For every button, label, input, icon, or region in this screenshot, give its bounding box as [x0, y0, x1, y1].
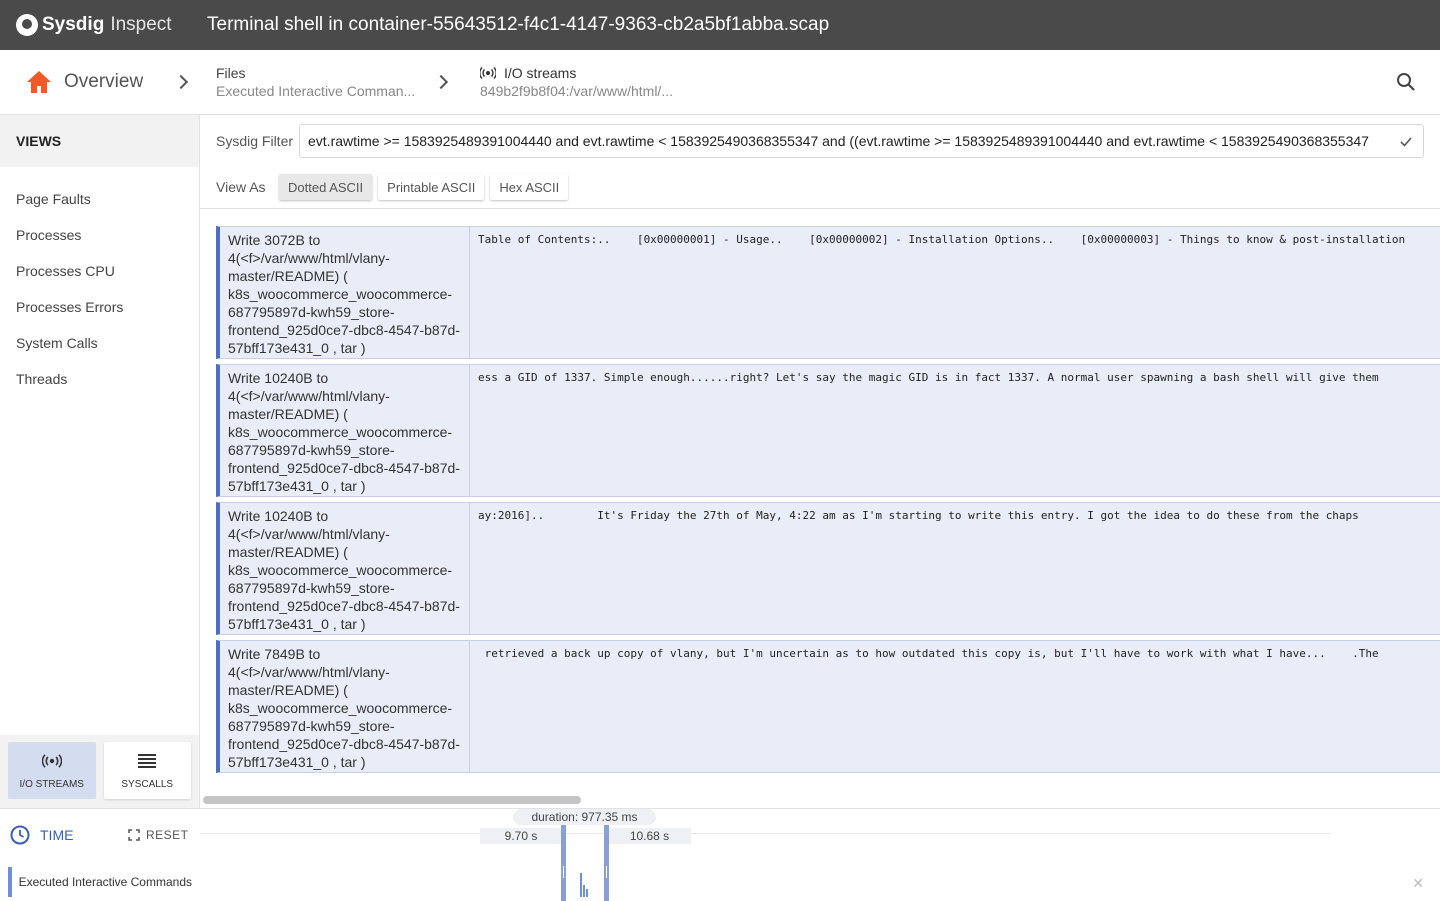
search-icon[interactable] [1396, 72, 1416, 92]
sidebar-item-processes[interactable]: Processes [0, 217, 199, 253]
event-spike [586, 889, 588, 897]
stream-row[interactable]: Write 10240B to 4(<f>/var/www/html/vlany… [216, 502, 1440, 635]
clock-icon [10, 825, 30, 845]
timeline: TIME RESET duration: 977.35 ms 9.70 s 10… [0, 808, 1440, 901]
sidebar-item-processes-errors[interactable]: Processes Errors [0, 289, 199, 325]
logo-product: Inspect [110, 14, 172, 35]
reset-button[interactable]: RESET [128, 828, 189, 842]
event-spike [583, 885, 585, 897]
stream-row[interactable]: Write 10240B to 4(<f>/var/www/html/vlany… [216, 364, 1440, 497]
stream-data: ess a GID of 1337. Simple enough......ri… [478, 371, 1379, 384]
io-streams-icon [480, 67, 496, 79]
stream-data: Table of Contents:.. [0x00000001] - Usag… [478, 233, 1406, 246]
logo-brand: Sysdig [42, 14, 105, 35]
io-streams-icon [41, 751, 62, 771]
filter-value: evt.rawtime >= 1583925489391004440 and e… [308, 133, 1369, 149]
reset-label: RESET [146, 828, 189, 842]
time-label-group: TIME [10, 825, 73, 845]
view-as-printable-ascii-button[interactable]: Printable ASCII [378, 174, 485, 200]
sidebar: VIEWS Page Faults Processes Processes CP… [0, 115, 200, 808]
sysdig-logo: Sysdig Inspect [16, 14, 196, 36]
main-panel: Sysdig Filter evt.rawtime >= 15839254893… [200, 115, 1440, 808]
stream-data: retrieved a back up copy of vlany, but I… [478, 647, 1379, 660]
chevron-right-icon [433, 74, 449, 90]
event-color-bar [8, 867, 12, 897]
view-as-dotted-ascii-button[interactable]: Dotted ASCII [279, 174, 373, 200]
breadcrumb-files[interactable]: Files Executed Interactive Comman... [216, 65, 436, 99]
sidebar-item-page-faults[interactable]: Page Faults [0, 181, 199, 217]
tab-io-streams[interactable]: I/O STREAMS [8, 742, 96, 799]
filter-row: Sysdig Filter evt.rawtime >= 15839254893… [200, 115, 1440, 167]
files-subtitle: Executed Interactive Comman... [216, 83, 416, 99]
home-icon [26, 70, 52, 94]
selection-start-handle[interactable] [561, 825, 566, 901]
chevron-right-icon [173, 74, 189, 90]
overview-label: Overview [64, 71, 144, 92]
views-list: Page Faults Processes Processes CPU Proc… [0, 181, 199, 397]
sidebar-item-processes-cpu[interactable]: Processes CPU [0, 253, 199, 289]
stream-description: Write 10240B to 4(<f>/var/www/html/vlany… [220, 365, 470, 496]
list-icon [137, 751, 157, 771]
sidebar-mode-tabs: I/O STREAMS SYSCALLS [0, 735, 199, 808]
view-as-label: View As [216, 179, 266, 195]
check-icon[interactable] [1399, 135, 1413, 152]
tab-io-streams-label: I/O STREAMS [19, 779, 84, 790]
breadcrumb-io-streams[interactable]: I/O streams 849b2f9b8f04:/var/www/html/.… [480, 65, 740, 99]
breadcrumb: Overview Files Executed Interactive Comm… [0, 50, 1440, 115]
filter-label: Sysdig Filter [216, 133, 294, 149]
sidebar-item-system-calls[interactable]: System Calls [0, 325, 199, 361]
event-label: Executed Interactive Commands [18, 875, 192, 889]
view-as-hex-ascii-button[interactable]: Hex ASCII [490, 174, 569, 200]
sysdig-logo-icon [16, 14, 38, 36]
view-as-row: View As Dotted ASCII Printable ASCII Hex… [200, 173, 574, 201]
files-title: Files [216, 65, 246, 81]
breadcrumb-overview[interactable]: Overview [26, 70, 176, 94]
event-spike [580, 873, 582, 897]
window-title: Terminal shell in container-55643512-f4c… [207, 14, 830, 35]
stream-description: Write 3072B to 4(<f>/var/www/html/vlany-… [220, 227, 470, 358]
time-label: TIME [40, 827, 74, 843]
stream-description: Write 10240B to 4(<f>/var/www/html/vlany… [220, 503, 470, 634]
io-stream-list: Write 3072B to 4(<f>/var/www/html/vlany-… [200, 208, 1440, 808]
views-heading: VIEWS [0, 115, 199, 167]
stream-description: Write 7849B to 4(<f>/var/www/html/vlany-… [220, 641, 470, 772]
io-streams-subtitle: 849b2f9b8f04:/var/www/html/... [480, 83, 673, 99]
horizontal-scrollbar[interactable] [203, 796, 581, 804]
fullscreen-icon [128, 829, 140, 841]
duration-badge: duration: 977.35 ms [513, 809, 656, 825]
timeline-ruler [200, 833, 1330, 834]
timeline-event-row[interactable]: Executed Interactive Commands [8, 867, 192, 897]
tab-syscalls-label: SYSCALLS [121, 779, 174, 790]
sidebar-item-threads[interactable]: Threads [0, 361, 199, 397]
sysdig-filter-input[interactable]: evt.rawtime >= 1583925489391004440 and e… [299, 124, 1424, 158]
io-streams-title: I/O streams [504, 65, 577, 81]
close-icon[interactable]: ✕ [1412, 875, 1424, 892]
stream-row[interactable]: Write 3072B to 4(<f>/var/www/html/vlany-… [216, 226, 1440, 359]
title-bar: Sysdig Inspect Terminal shell in contain… [0, 0, 1440, 50]
selection-start-time: 9.70 s [480, 828, 562, 844]
selection-end-handle[interactable] [604, 825, 609, 901]
tab-syscalls[interactable]: SYSCALLS [103, 742, 191, 799]
selection-end-time: 10.68 s [608, 828, 691, 844]
stream-row[interactable]: Write 7849B to 4(<f>/var/www/html/vlany-… [216, 640, 1440, 773]
stream-data: ay:2016].. It's Friday the 27th of May, … [478, 509, 1359, 522]
